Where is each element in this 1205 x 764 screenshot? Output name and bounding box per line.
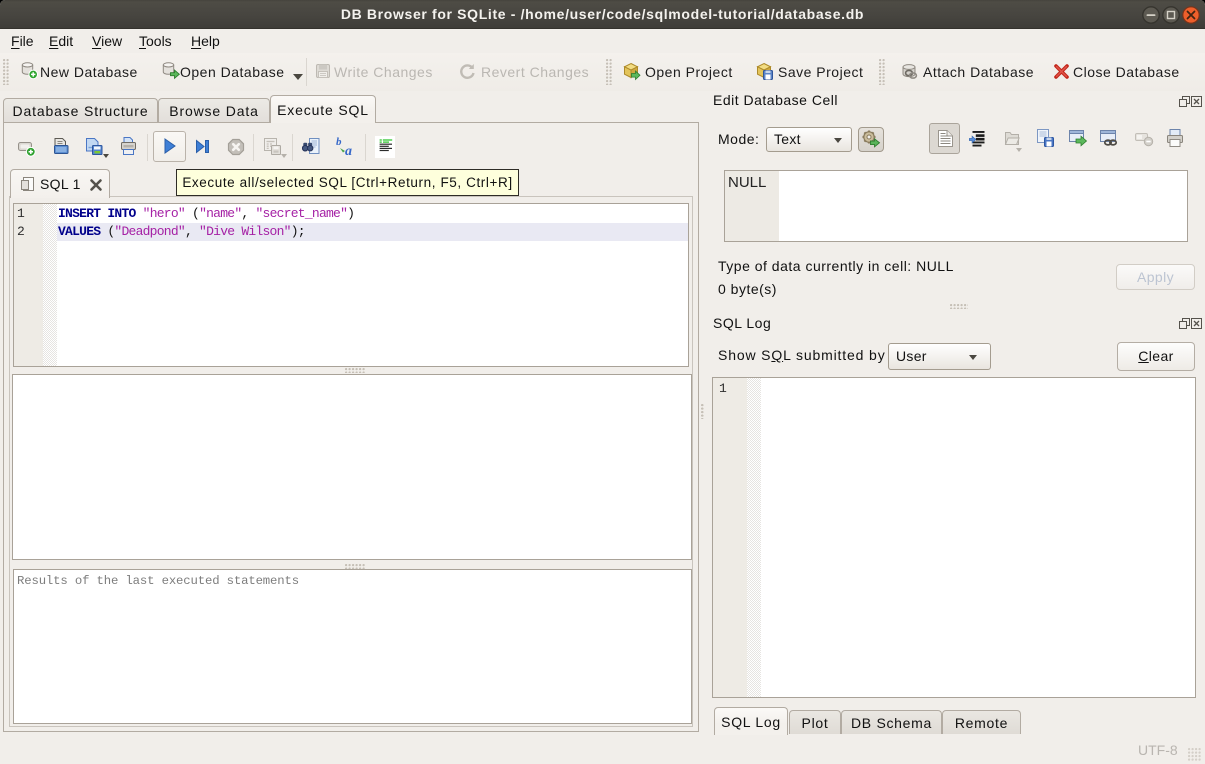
svg-text:a: a bbox=[345, 144, 352, 157]
svg-text:b: b bbox=[336, 136, 342, 148]
